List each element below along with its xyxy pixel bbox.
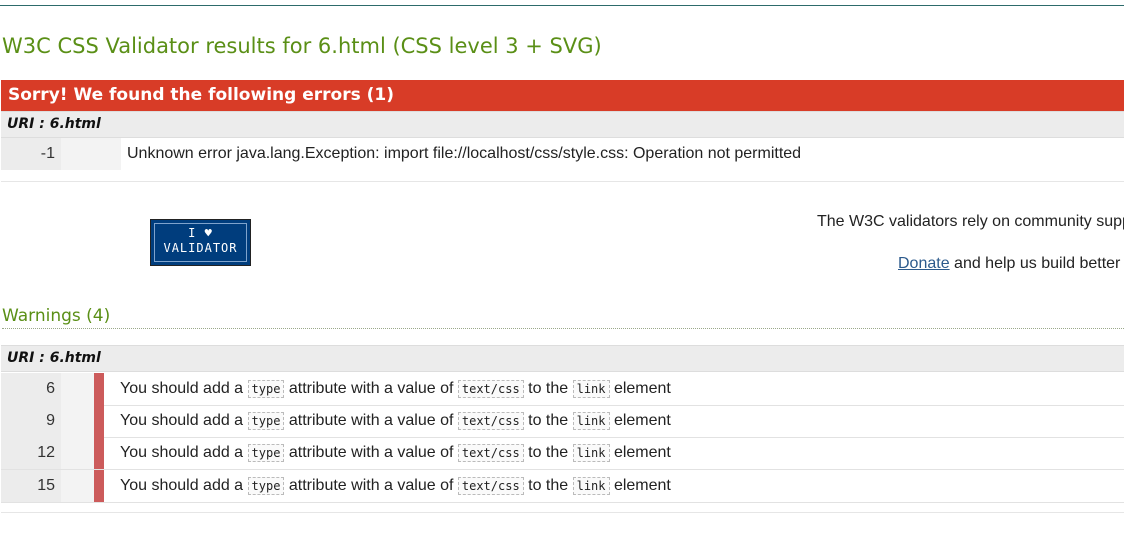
- donate-suffix: and help us build better: [949, 255, 1121, 272]
- row-divider: [1, 502, 1124, 503]
- warning-message: You should add a type attribute with a v…: [120, 437, 671, 469]
- warning-context-cell: [61, 405, 94, 437]
- warning-text: element: [609, 477, 671, 494]
- code-type: type: [247, 412, 285, 430]
- warning-context-cell: [61, 437, 94, 469]
- errors-banner: Sorry! We found the following errors (1): [1, 80, 1124, 111]
- footer-divider: [1, 512, 1124, 513]
- warning-text: element: [609, 412, 671, 429]
- warning-message: You should add a type attribute with a v…: [120, 470, 671, 502]
- top-divider: [0, 5, 1124, 6]
- warning-text: attribute with a value of: [284, 444, 458, 461]
- warning-text: attribute with a value of: [284, 412, 458, 429]
- warning-text: You should add a: [120, 380, 248, 397]
- warning-severity-bar: [94, 437, 104, 469]
- warning-row: 15 You should add a type attribute with …: [0, 470, 1124, 503]
- warning-message: You should add a type attribute with a v…: [120, 373, 671, 405]
- code-text-css: text/css: [457, 380, 524, 398]
- warning-text: to the: [523, 412, 573, 429]
- code-type: type: [247, 380, 285, 398]
- error-message: Unknown error java.lang.Exception: impor…: [127, 145, 802, 162]
- warning-context-cell: [61, 373, 94, 405]
- warning-text: You should add a: [120, 477, 248, 494]
- error-context-cell: [61, 138, 121, 170]
- warning-text: to the: [523, 380, 573, 397]
- donate-link[interactable]: Donate: [898, 255, 950, 272]
- code-link: link: [572, 444, 610, 462]
- errors-uri-label: URI : 6.html: [1, 111, 1124, 138]
- code-text-css: text/css: [457, 444, 524, 462]
- page-title: W3C CSS Validator results for 6.html (CS…: [2, 34, 602, 58]
- code-text-css: text/css: [457, 477, 524, 495]
- error-line-number: -1: [1, 138, 61, 170]
- donate-line: Donate and help us build better: [898, 255, 1120, 273]
- warning-text: attribute with a value of: [284, 380, 458, 397]
- support-message: The W3C validators rely on community sup…: [817, 213, 1124, 230]
- warning-text: element: [609, 380, 671, 397]
- warning-context-cell: [61, 470, 94, 502]
- warning-text: element: [609, 444, 671, 461]
- warning-message: You should add a type attribute with a v…: [120, 405, 671, 437]
- errors-divider: [1, 181, 1124, 182]
- warning-row: 12 You should add a type attribute with …: [0, 437, 1124, 470]
- warnings-heading: Warnings (4): [2, 306, 1124, 329]
- warning-severity-bar: [94, 373, 104, 405]
- warning-text: to the: [523, 444, 573, 461]
- warning-row: 9 You should add a type attribute with a…: [0, 405, 1124, 438]
- warning-severity-bar: [94, 470, 104, 502]
- warning-line-number: 9: [1, 405, 61, 437]
- warning-text: attribute with a value of: [284, 477, 458, 494]
- code-link: link: [572, 380, 610, 398]
- warning-text: You should add a: [120, 412, 248, 429]
- warning-line-number: 6: [1, 373, 61, 405]
- warning-line-number: 12: [1, 437, 61, 469]
- badge-frame: [154, 223, 247, 262]
- warning-line-number: 15: [1, 470, 61, 502]
- code-text-css: text/css: [457, 412, 524, 430]
- i-love-validator-badge[interactable]: I ♥ VALIDATOR: [150, 219, 251, 266]
- code-type: type: [247, 444, 285, 462]
- warning-row: 6 You should add a type attribute with a…: [0, 373, 1124, 406]
- warning-severity-bar: [94, 405, 104, 437]
- code-link: link: [572, 477, 610, 495]
- code-type: type: [247, 477, 285, 495]
- warning-text: to the: [523, 477, 573, 494]
- warnings-uri-label: URI : 6.html: [1, 345, 1124, 372]
- code-link: link: [572, 412, 610, 430]
- warning-text: You should add a: [120, 444, 248, 461]
